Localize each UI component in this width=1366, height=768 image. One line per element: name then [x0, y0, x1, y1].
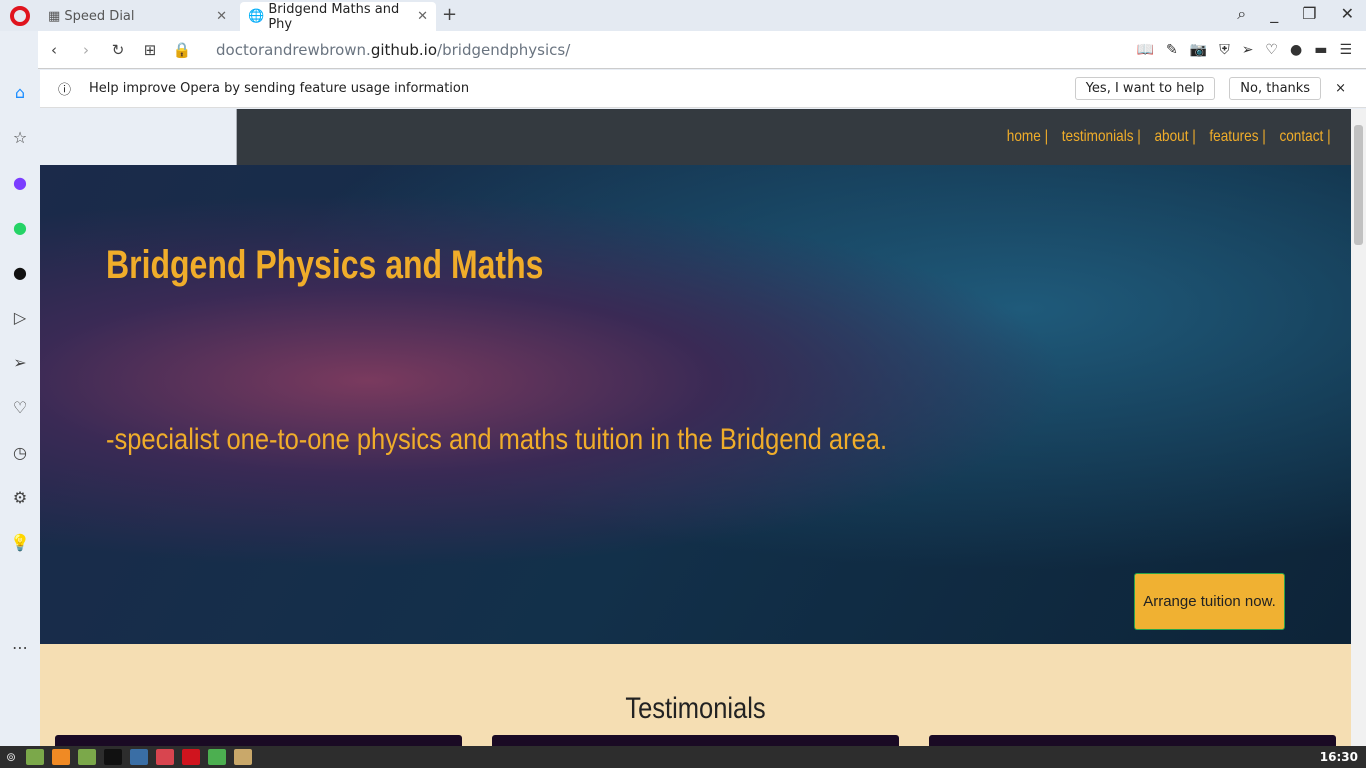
scrollbar-thumb[interactable]	[1354, 125, 1363, 245]
address-bar: ‹ › ↻ ⊞ 🔒 doctorandrewbrown.github.io/br…	[38, 31, 1366, 69]
image-app-icon[interactable]	[156, 749, 175, 765]
send-icon[interactable]: ➢	[1242, 42, 1254, 58]
nav-about[interactable]: about |	[1154, 128, 1195, 146]
chrome-app-icon[interactable]	[208, 749, 227, 765]
info-bar: ⓘ Help improve Opera by sending feature …	[38, 70, 1366, 108]
opera-logo-icon[interactable]	[10, 6, 30, 26]
history-icon[interactable]: ◷	[0, 430, 40, 475]
avatar[interactable]: ●	[1290, 42, 1302, 58]
url-field[interactable]: doctorandrewbrown.github.io/bridgendphys…	[216, 41, 570, 59]
heart-icon[interactable]: ♡	[1265, 42, 1278, 58]
close-tab-icon[interactable]: ✕	[417, 9, 428, 24]
forward-icon[interactable]: ›	[70, 41, 102, 59]
close-infobar-icon[interactable]: ×	[1335, 81, 1346, 96]
lock-icon: 🔒	[172, 40, 192, 59]
folder-app-icon[interactable]	[78, 749, 97, 765]
testimonials-section: Testimonials	[40, 644, 1351, 746]
edit-icon[interactable]: ✎	[1166, 42, 1178, 58]
nav-features[interactable]: features |	[1209, 128, 1265, 146]
search-icon[interactable]: ⌕	[1237, 4, 1246, 24]
tab-bridgend[interactable]: 🌐 Bridgend Maths and Phy ✕	[240, 1, 436, 32]
whatsapp-icon[interactable]: ●	[0, 205, 40, 250]
files-app-icon[interactable]	[26, 749, 45, 765]
workspace-app-icon[interactable]	[130, 749, 149, 765]
url-host: github.io	[370, 40, 438, 59]
battery-icon[interactable]: ▬	[1314, 42, 1327, 58]
tabs-grid-icon[interactable]: ⊞	[134, 41, 166, 59]
tiktok-icon[interactable]: ●	[0, 250, 40, 295]
terminal-app-icon[interactable]	[104, 749, 123, 765]
arrange-tuition-button[interactable]: Arrange tuition now.	[1134, 573, 1285, 630]
new-tab-button[interactable]: +	[442, 4, 457, 25]
lightbulb-icon[interactable]: 💡	[0, 520, 40, 565]
sidebar: ⌂ ☆ ● ● ● ▷ ➢ ♡ ◷ ⚙ 💡 ⋯	[0, 70, 40, 746]
tab-label: Speed Dial	[64, 9, 135, 24]
testimonials-heading: Testimonials	[625, 692, 766, 725]
tab-speed-dial[interactable]: ▦ Speed Dial ✕	[40, 2, 235, 31]
close-window-button[interactable]: ✕	[1341, 4, 1354, 24]
hero-title: Bridgend Physics and Maths	[106, 243, 544, 287]
reload-icon[interactable]: ↻	[102, 41, 134, 59]
tab-bar: ▦ Speed Dial ✕ 🌐 Bridgend Maths and Phy ✕ …	[0, 0, 1366, 32]
settings-icon[interactable]: ⚙	[0, 475, 40, 520]
firefox-app-icon[interactable]	[52, 749, 71, 765]
reader-icon[interactable]: 📖	[1137, 42, 1154, 58]
hero-tagline: -specialist one-to-one physics and maths…	[106, 423, 888, 456]
info-icon: ⓘ	[58, 83, 72, 98]
settings-sliders-icon[interactable]: ☰	[1339, 42, 1352, 58]
nav-contact[interactable]: contact |	[1279, 128, 1330, 146]
yes-help-button[interactable]: Yes, I want to help	[1074, 77, 1216, 100]
tab-label: Bridgend Maths and Phy	[268, 1, 400, 32]
minimize-button[interactable]: _	[1270, 4, 1278, 24]
web-page: home | testimonials | about | features |…	[40, 109, 1351, 746]
opera-app-icon[interactable]	[182, 749, 201, 765]
clock[interactable]: 16:30	[1320, 750, 1366, 764]
close-tab-icon[interactable]: ✕	[216, 9, 227, 24]
grid-icon: ▦	[48, 9, 65, 24]
testimonial-card	[492, 735, 899, 746]
scrollbar[interactable]	[1351, 109, 1366, 746]
nav-testimonials[interactable]: testimonials |	[1062, 128, 1141, 146]
url-prefix: doctorandrewbrown.	[216, 40, 371, 59]
taskbar: ⊚ 16:30	[0, 746, 1366, 768]
url-path: /bridgendphysics/	[437, 40, 571, 59]
globe-icon: 🌐	[248, 9, 269, 24]
back-icon[interactable]: ‹	[38, 41, 70, 59]
player-icon[interactable]: ▷	[0, 295, 40, 340]
home-icon[interactable]: ⌂	[0, 70, 40, 115]
hero-section: Bridgend Physics and Maths -specialist o…	[40, 165, 1351, 644]
archive-app-icon[interactable]	[234, 749, 253, 765]
star-icon[interactable]: ☆	[0, 115, 40, 160]
shield-icon[interactable]: ⛨	[1219, 42, 1230, 58]
site-nav: home | testimonials | about | features |…	[236, 109, 1351, 165]
nav-home[interactable]: home |	[1007, 128, 1048, 146]
testimonial-card	[929, 735, 1336, 746]
testimonial-card	[55, 735, 462, 746]
menu-icon[interactable]: ⊚	[6, 750, 16, 764]
camera-icon[interactable]: 📷	[1190, 42, 1207, 58]
messenger-icon[interactable]: ●	[0, 160, 40, 205]
info-message: Help improve Opera by sending feature us…	[89, 81, 470, 96]
heart-icon[interactable]: ♡	[0, 385, 40, 430]
restore-button[interactable]: ❐	[1302, 4, 1316, 24]
more-icon[interactable]: ⋯	[0, 625, 40, 670]
no-thanks-button[interactable]: No, thanks	[1229, 77, 1322, 100]
send-icon[interactable]: ➢	[0, 340, 40, 385]
